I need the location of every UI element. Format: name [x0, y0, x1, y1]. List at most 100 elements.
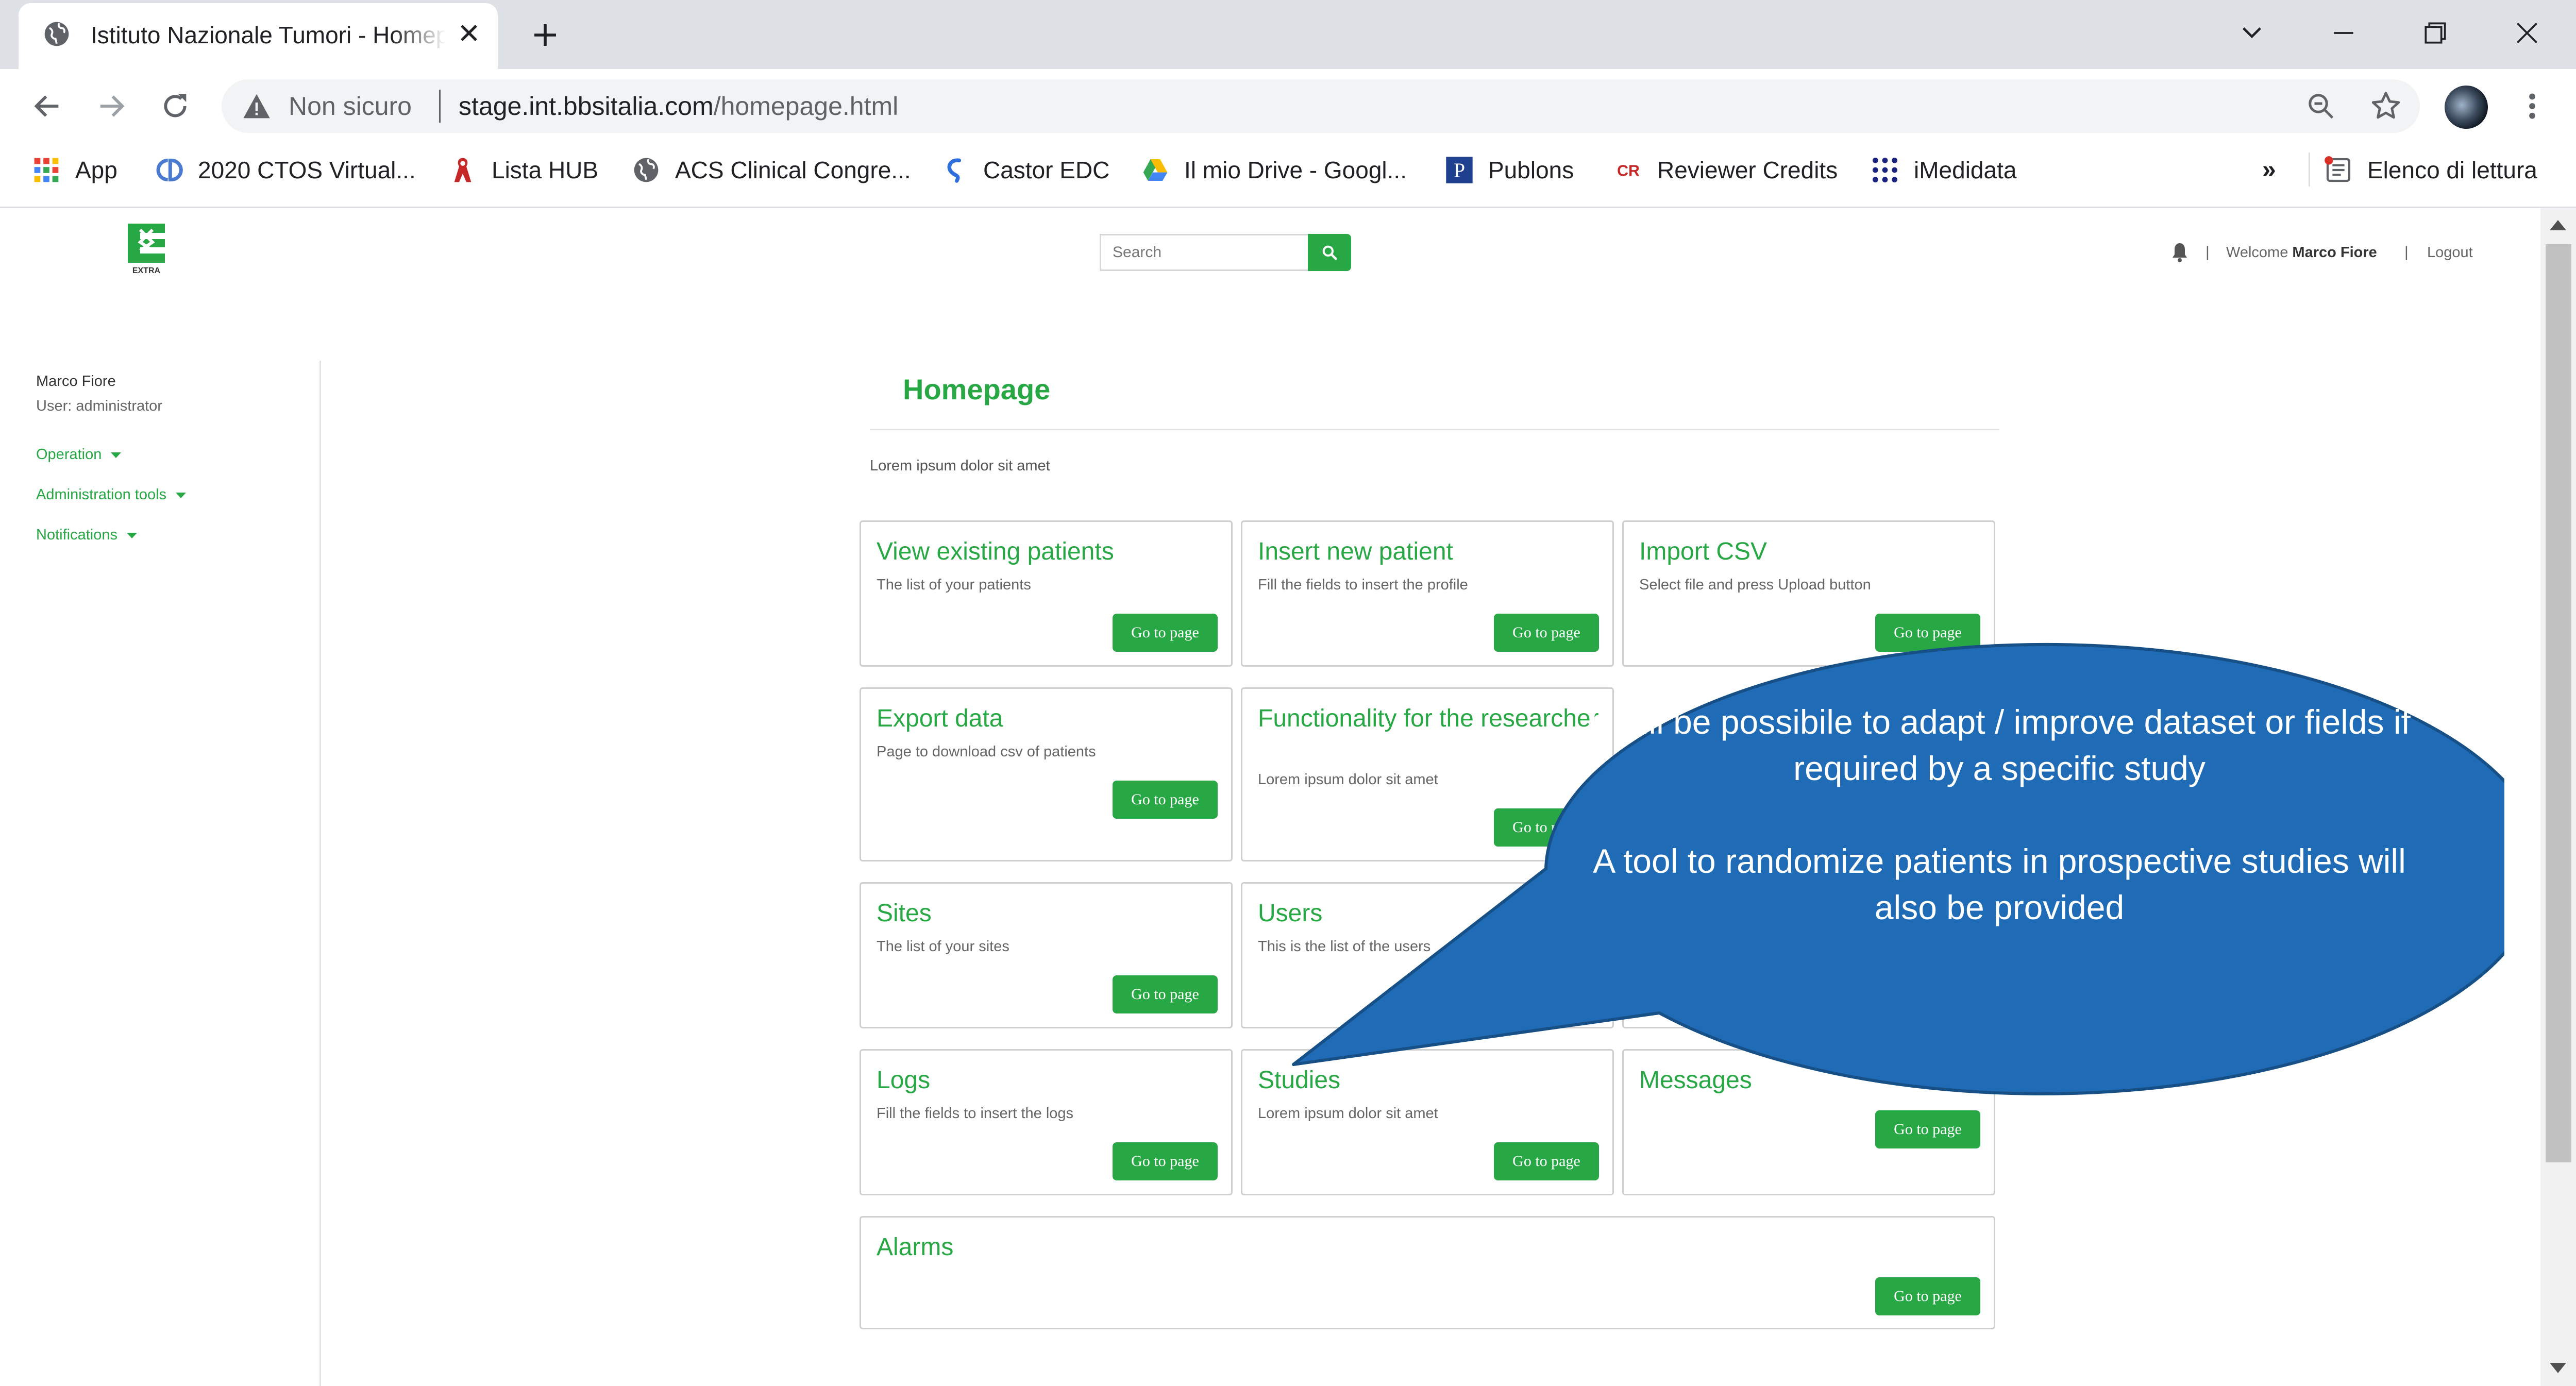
go-to-page-button[interactable]: Go to page	[1875, 1110, 1980, 1148]
imedidata-icon	[1872, 157, 1898, 183]
card-title: Logs	[877, 1067, 931, 1094]
card-title: Export data	[877, 705, 1003, 732]
more-bookmarks-button[interactable]: »	[2262, 154, 2288, 187]
card-title: View existing patients	[877, 538, 1114, 565]
ribbon-icon	[454, 158, 472, 182]
warning-icon[interactable]	[242, 93, 271, 120]
zoom-out-icon[interactable]	[2305, 91, 2336, 122]
ctos-logo-icon	[156, 158, 183, 182]
bookmark-acs[interactable]: ACS Clinical Congre...	[632, 154, 911, 187]
bookmark-imedidata[interactable]: iMedidata	[1871, 154, 2016, 187]
reload-icon[interactable]	[159, 90, 192, 123]
bookmark-label: Reviewer Credits	[1657, 157, 1838, 183]
card-title: Users	[1258, 900, 1323, 927]
profile-avatar[interactable]	[2445, 86, 2488, 129]
sidebar-menu-notifications[interactable]: Notifications	[36, 525, 137, 545]
publons-icon: P	[1446, 157, 1473, 183]
card-description: Lorem ipsum dolor sit amet	[1258, 771, 1438, 788]
bookmark-label: iMedidata	[1914, 157, 2017, 183]
card-description: The list of your patients	[877, 577, 1031, 593]
go-to-page-button[interactable]: Go to page	[1494, 808, 1599, 847]
url-path: /homepage.html	[713, 92, 899, 121]
castor-logo-icon	[947, 158, 962, 183]
sidebar-menu-label: Administration tools	[36, 486, 167, 503]
search-button[interactable]	[1308, 234, 1351, 271]
card-title: Import CSV	[1639, 538, 1767, 565]
new-tab-icon[interactable]	[531, 21, 560, 49]
google-drive-icon	[1143, 159, 1168, 181]
go-to-page-button[interactable]: Go to page	[1113, 781, 1218, 819]
bookmarks-divider	[2309, 153, 2310, 187]
search-input[interactable]	[1100, 234, 1308, 271]
go-to-page-button[interactable]: Go to page	[1113, 614, 1218, 652]
go-to-page-button[interactable]: Go to page	[1875, 614, 1980, 652]
bookmark-star-icon[interactable]	[2369, 90, 2402, 123]
reviewer-credits-icon: CR	[1617, 163, 1640, 180]
card-sites: Sites The list of your sites Go to page	[860, 882, 1233, 1028]
card-logs: Logs Fill the fields to insert the logs …	[860, 1049, 1233, 1195]
logo-wordmark: EXTRA	[132, 266, 161, 275]
scrollbar-thumb[interactable]	[2546, 244, 2571, 1162]
url-text[interactable]: stage.int.bbsitalia.com/homepage.html	[459, 90, 898, 123]
card-export-data: Export data Page to download csv of pati…	[860, 687, 1233, 861]
reading-list-button[interactable]: Elenco di lettura	[2324, 154, 2537, 187]
bookmark-lista-hub[interactable]: Lista HUB	[448, 154, 598, 187]
minimize-window-icon[interactable]	[2329, 19, 2358, 47]
go-to-page-button[interactable]: Go to page	[1113, 1142, 1218, 1180]
bookmark-reviewer-credits[interactable]: CR Reviewer Credits	[1614, 154, 1838, 187]
bookmark-ctos[interactable]: 2020 CTOS Virtual...	[155, 154, 416, 187]
card-title: Insert new patient	[1258, 538, 1453, 565]
sidebar-menu-label: Operation	[36, 446, 102, 463]
bookmark-label: Publons	[1488, 157, 1574, 183]
header-divider: |	[2205, 244, 2210, 261]
logout-link[interactable]: Logout	[2427, 242, 2473, 263]
close-tab-icon[interactable]	[457, 21, 481, 45]
sidebar-menu-operation[interactable]: Operation	[36, 444, 122, 465]
bookmark-label: Il mio Drive - Googl...	[1184, 157, 1407, 183]
go-to-page-button[interactable]: Go to page	[1494, 1142, 1599, 1180]
restore-window-icon[interactable]	[2421, 19, 2450, 47]
sidebar-menu-administration-tools[interactable]: Administration tools	[36, 484, 187, 505]
card-description: The list of your sites	[877, 938, 1009, 955]
sidebar-divider	[319, 361, 321, 1386]
scroll-up-arrow-icon[interactable]	[2548, 215, 2568, 233]
forward-arrow-icon[interactable]	[95, 90, 128, 123]
caret-down-icon	[111, 452, 122, 458]
welcome-prefix: Welcome	[2226, 244, 2288, 261]
scroll-down-arrow-icon[interactable]	[2548, 1360, 2568, 1378]
svg-text:CR: CR	[1617, 163, 1640, 180]
card-description: Fill the fields to insert the profile	[1258, 577, 1468, 593]
title-divider	[870, 429, 1999, 430]
card-description: Fill the fields to insert the logs	[877, 1105, 1074, 1122]
close-window-icon[interactable]	[2513, 19, 2541, 47]
go-to-page-button[interactable]: Go to page	[1113, 975, 1218, 1013]
notification-bell-icon[interactable]	[2170, 242, 2189, 263]
card-hidden-behind-callout	[1622, 882, 1995, 1028]
bookmark-drive[interactable]: Il mio Drive - Googl...	[1141, 154, 1407, 187]
sidebar-user-name: Marco Fiore	[36, 373, 116, 390]
kebab-menu-icon[interactable]	[2522, 90, 2543, 123]
bookmark-castor[interactable]: Castor EDC	[940, 154, 1109, 187]
reading-list-icon	[2325, 156, 2351, 182]
welcome-user: Marco Fiore	[2292, 244, 2377, 261]
tab-search-chevron-icon[interactable]	[2237, 19, 2266, 47]
globe-icon	[634, 158, 659, 182]
apps-grid-icon	[34, 158, 59, 182]
back-arrow-icon[interactable]	[31, 90, 64, 123]
bookmark-label: ACS Clinical Congre...	[675, 157, 911, 183]
caret-down-icon	[176, 492, 187, 498]
bookmark-publons[interactable]: P Publons	[1445, 154, 1574, 187]
reading-list-label: Elenco di lettura	[2367, 157, 2537, 183]
card-functionality-for-researcher: Functionality for the researcher Lorem i…	[1241, 687, 1614, 861]
card-description: Lorem ipsum dolor sit amet	[1258, 1105, 1438, 1122]
card-description: This is the list of the users	[1258, 938, 1431, 955]
go-to-page-button[interactable]: Go to page	[1875, 1277, 1980, 1315]
extra-logo[interactable]: EXTRA	[126, 222, 167, 275]
card-description: Page to download csv of patients	[877, 743, 1096, 760]
bookmark-app[interactable]: App	[32, 154, 117, 187]
tab-title: Istituto Nazionale Tumori - Homepage	[91, 22, 446, 48]
go-to-page-button[interactable]: Go to page	[1494, 614, 1599, 652]
url-host: stage.int.bbsitalia.com	[459, 92, 714, 121]
not-secure-label[interactable]: Non sicuro	[289, 90, 412, 123]
page-title: Homepage	[903, 373, 1051, 405]
